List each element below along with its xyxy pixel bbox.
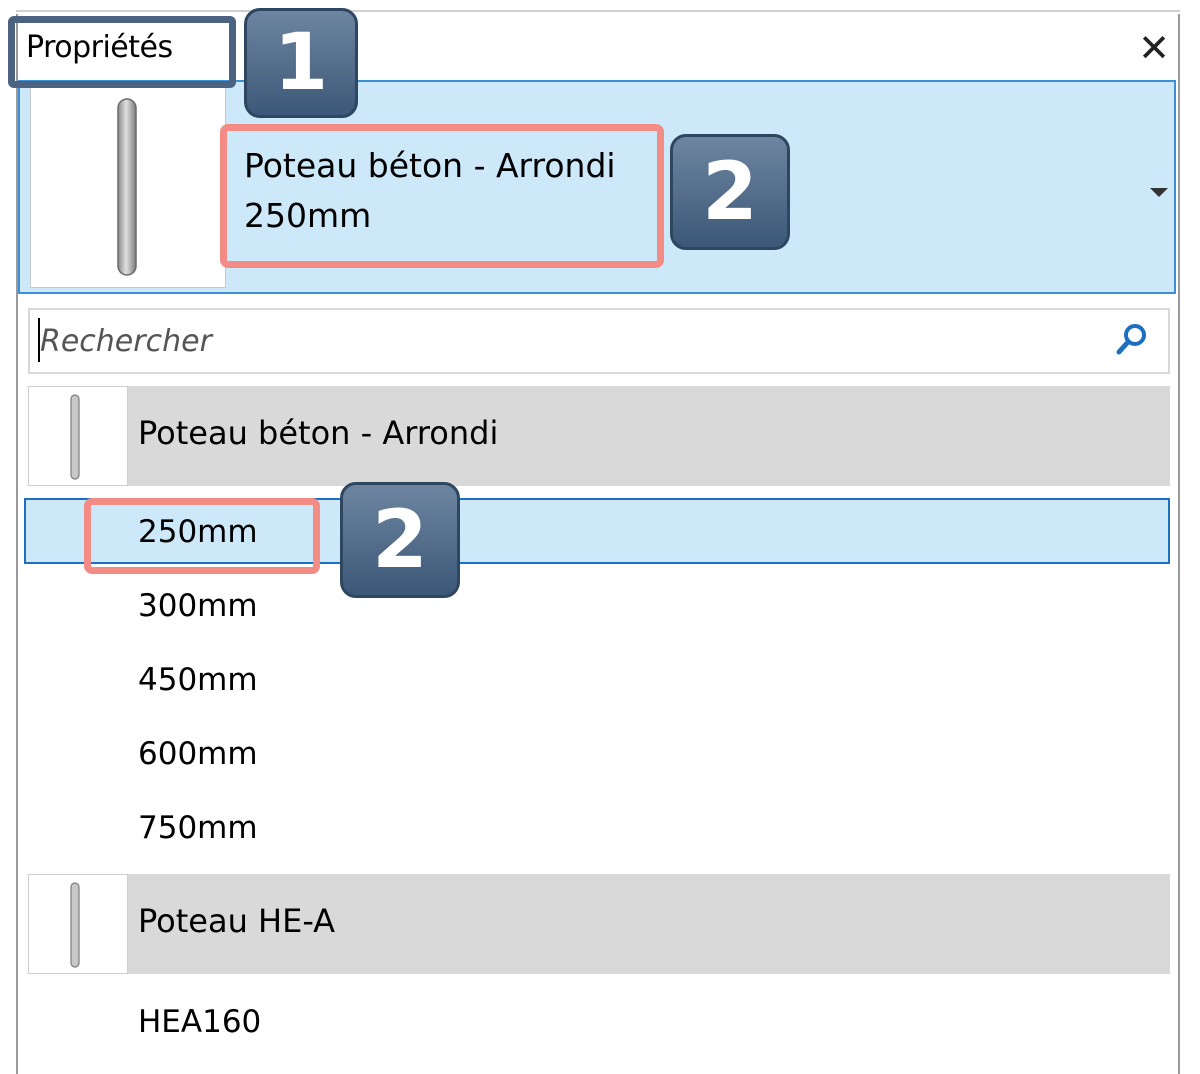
list-item[interactable]: HEA160 — [138, 1004, 261, 1040]
callout-outline-title — [8, 16, 236, 88]
type-preview — [30, 86, 226, 288]
text-caret — [38, 318, 40, 362]
search-icon[interactable] — [1112, 320, 1152, 360]
search-input[interactable] — [34, 314, 1094, 368]
list-item[interactable]: 450mm — [138, 662, 258, 698]
family-label: Poteau HE-A — [138, 902, 336, 940]
callout-badge: 2 — [340, 482, 460, 598]
callout-outline-item — [84, 498, 320, 574]
family-thumbnail — [28, 386, 128, 486]
family-label: Poteau béton - Arrondi — [138, 414, 499, 452]
column-preview-icon — [117, 98, 137, 276]
family-thumbnail — [28, 874, 128, 974]
column-icon — [70, 882, 80, 968]
close-button[interactable]: ✕ — [1136, 28, 1172, 68]
callout-badge: 1 — [244, 8, 358, 118]
list-item[interactable]: 300mm — [138, 588, 258, 624]
panel-top-border — [16, 10, 1180, 12]
close-icon: ✕ — [1138, 26, 1170, 70]
chevron-down-icon[interactable] — [1150, 188, 1168, 197]
panel-right-border — [1178, 14, 1180, 1074]
family-header[interactable]: Poteau béton - Arrondi — [28, 386, 1170, 486]
list-item[interactable]: 600mm — [138, 736, 258, 772]
callout-badge: 2 — [670, 134, 790, 250]
column-icon — [70, 394, 80, 480]
list-item[interactable]: 750mm — [138, 810, 258, 846]
family-header[interactable]: Poteau HE-A — [28, 874, 1170, 974]
callout-outline-type — [220, 124, 664, 268]
